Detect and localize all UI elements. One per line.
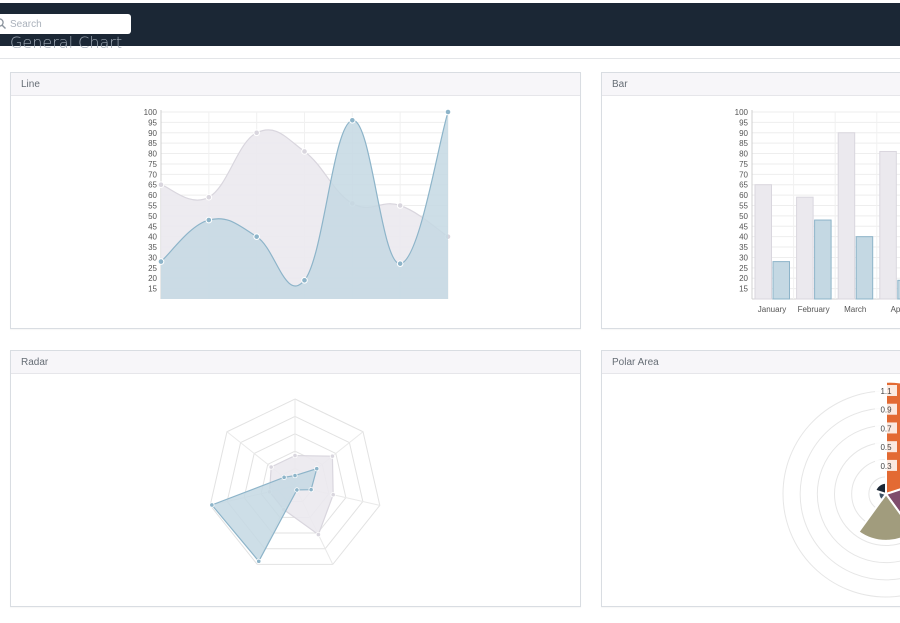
line-y-tick: 35 xyxy=(148,243,157,252)
bar-rect xyxy=(814,219,832,300)
bar-y-tick: 80 xyxy=(739,150,748,159)
search-icon xyxy=(0,18,6,29)
polar-tick-label: 0.7 xyxy=(880,424,892,433)
line-y-tick: 20 xyxy=(148,274,157,283)
bar-y-tick: 65 xyxy=(739,181,748,190)
bar-y-tick: 40 xyxy=(739,233,748,242)
bar-y-tick: 50 xyxy=(739,212,748,221)
radar-point xyxy=(209,502,215,508)
line-point xyxy=(301,277,308,284)
bar-y-tick: 85 xyxy=(739,139,748,148)
bar-x-tick: Apr xyxy=(891,305,900,314)
bar-y-tick: 55 xyxy=(739,202,748,211)
line-point xyxy=(396,260,404,267)
line-y-tick: 65 xyxy=(148,181,157,190)
polar-segment xyxy=(885,380,900,496)
radar-chart xyxy=(209,398,381,565)
search-box[interactable] xyxy=(0,14,131,34)
bar-chart-panel: Bar 15 20 25 30 35 40 45 50 55 60 65 70 75 80 85 90 95 10… xyxy=(601,72,900,329)
bar-y-tick: 15 xyxy=(739,285,748,294)
polar-segment xyxy=(874,481,887,496)
line-y-tick: 45 xyxy=(148,222,157,231)
polar-tick-label: 0.5 xyxy=(880,443,892,452)
bar-y-tick: 70 xyxy=(739,170,748,179)
polar-tick-label: 0.3 xyxy=(880,462,892,471)
page-title: General Chart xyxy=(10,33,123,52)
line-y-tick: 100 xyxy=(144,108,158,117)
bar-y-tick: 30 xyxy=(739,253,748,262)
line-y-tick: 25 xyxy=(148,264,157,273)
polar-tick-label: 1.1 xyxy=(880,387,892,396)
bar-rect xyxy=(837,132,856,300)
line-point xyxy=(157,258,165,265)
radar-point xyxy=(330,492,336,498)
line-y-tick: 50 xyxy=(148,212,157,221)
line-y-tick: 40 xyxy=(148,233,157,242)
radar-point xyxy=(308,487,314,493)
polar-area-chart: 0.3 0.5 0.7 0.9 1.1 xyxy=(782,380,900,598)
bar-y-tick: 75 xyxy=(739,160,748,169)
bar-y-tick: 25 xyxy=(739,264,748,273)
radar-point xyxy=(329,453,336,459)
line-y-tick: 60 xyxy=(148,191,157,200)
radar-point xyxy=(314,466,320,472)
radar-point xyxy=(292,472,298,479)
line-point xyxy=(205,193,213,201)
line-y-tick: 80 xyxy=(148,150,157,159)
line-y-tick: 85 xyxy=(148,139,157,148)
line-y-tick: 70 xyxy=(148,170,157,179)
radar-point xyxy=(294,487,300,493)
line-y-tick: 95 xyxy=(148,118,157,127)
line-point xyxy=(205,216,213,224)
line-y-tick: 15 xyxy=(148,285,157,294)
radar-point xyxy=(281,474,287,480)
bar-x-tick: January xyxy=(758,305,786,314)
top-navbar xyxy=(0,0,900,46)
radar-point xyxy=(292,452,298,459)
bar-y-tick: 45 xyxy=(739,222,748,231)
line-y-tick: 55 xyxy=(148,202,157,211)
line-chart: 1520253035404550556065707580859095100 xyxy=(144,108,452,299)
navbar-top-border xyxy=(0,0,900,3)
bar-rect xyxy=(796,196,814,300)
bar-rect xyxy=(855,236,874,300)
line-point xyxy=(444,108,452,116)
bar-y-tick: 100 xyxy=(735,108,749,117)
bar-y-tick: 90 xyxy=(739,129,748,138)
bar-chart: 1520253035404550556065707580859095100Jan… xyxy=(735,108,900,314)
radar-point xyxy=(268,464,274,470)
line-point xyxy=(301,148,308,155)
line-point xyxy=(157,181,165,189)
bar-y-tick: 35 xyxy=(739,243,748,252)
bar-rect xyxy=(772,261,790,300)
polar-chart-panel: Polar Area 0.3 0.5 0.7 0.9 1.1 xyxy=(601,350,900,607)
line-y-tick: 90 xyxy=(148,129,157,138)
line-y-tick: 30 xyxy=(148,253,157,262)
bar-rect xyxy=(754,184,772,300)
line-point xyxy=(349,117,356,124)
radar-point xyxy=(256,558,262,564)
line-point xyxy=(253,129,260,137)
bar-x-tick: March xyxy=(844,305,866,314)
line-point xyxy=(396,202,404,209)
title-divider xyxy=(0,58,900,59)
line-point xyxy=(253,233,260,240)
bar-y-tick: 20 xyxy=(739,274,748,283)
bar-y-tick: 60 xyxy=(739,191,748,200)
bar-y-tick: 95 xyxy=(739,118,748,127)
bar-rect xyxy=(879,150,897,300)
search-input[interactable] xyxy=(10,16,122,32)
line-y-tick: 75 xyxy=(148,160,157,169)
polar-tick-label: 0.9 xyxy=(880,406,892,415)
radar-chart-panel: Radar xyxy=(10,350,581,607)
radar-point xyxy=(315,531,322,538)
bar-x-tick: February xyxy=(798,305,830,314)
line-chart-panel: Line 15 20 25 30 35 40 45 50 55 60 65 70 75 80 85 90 95 1… xyxy=(10,72,581,329)
